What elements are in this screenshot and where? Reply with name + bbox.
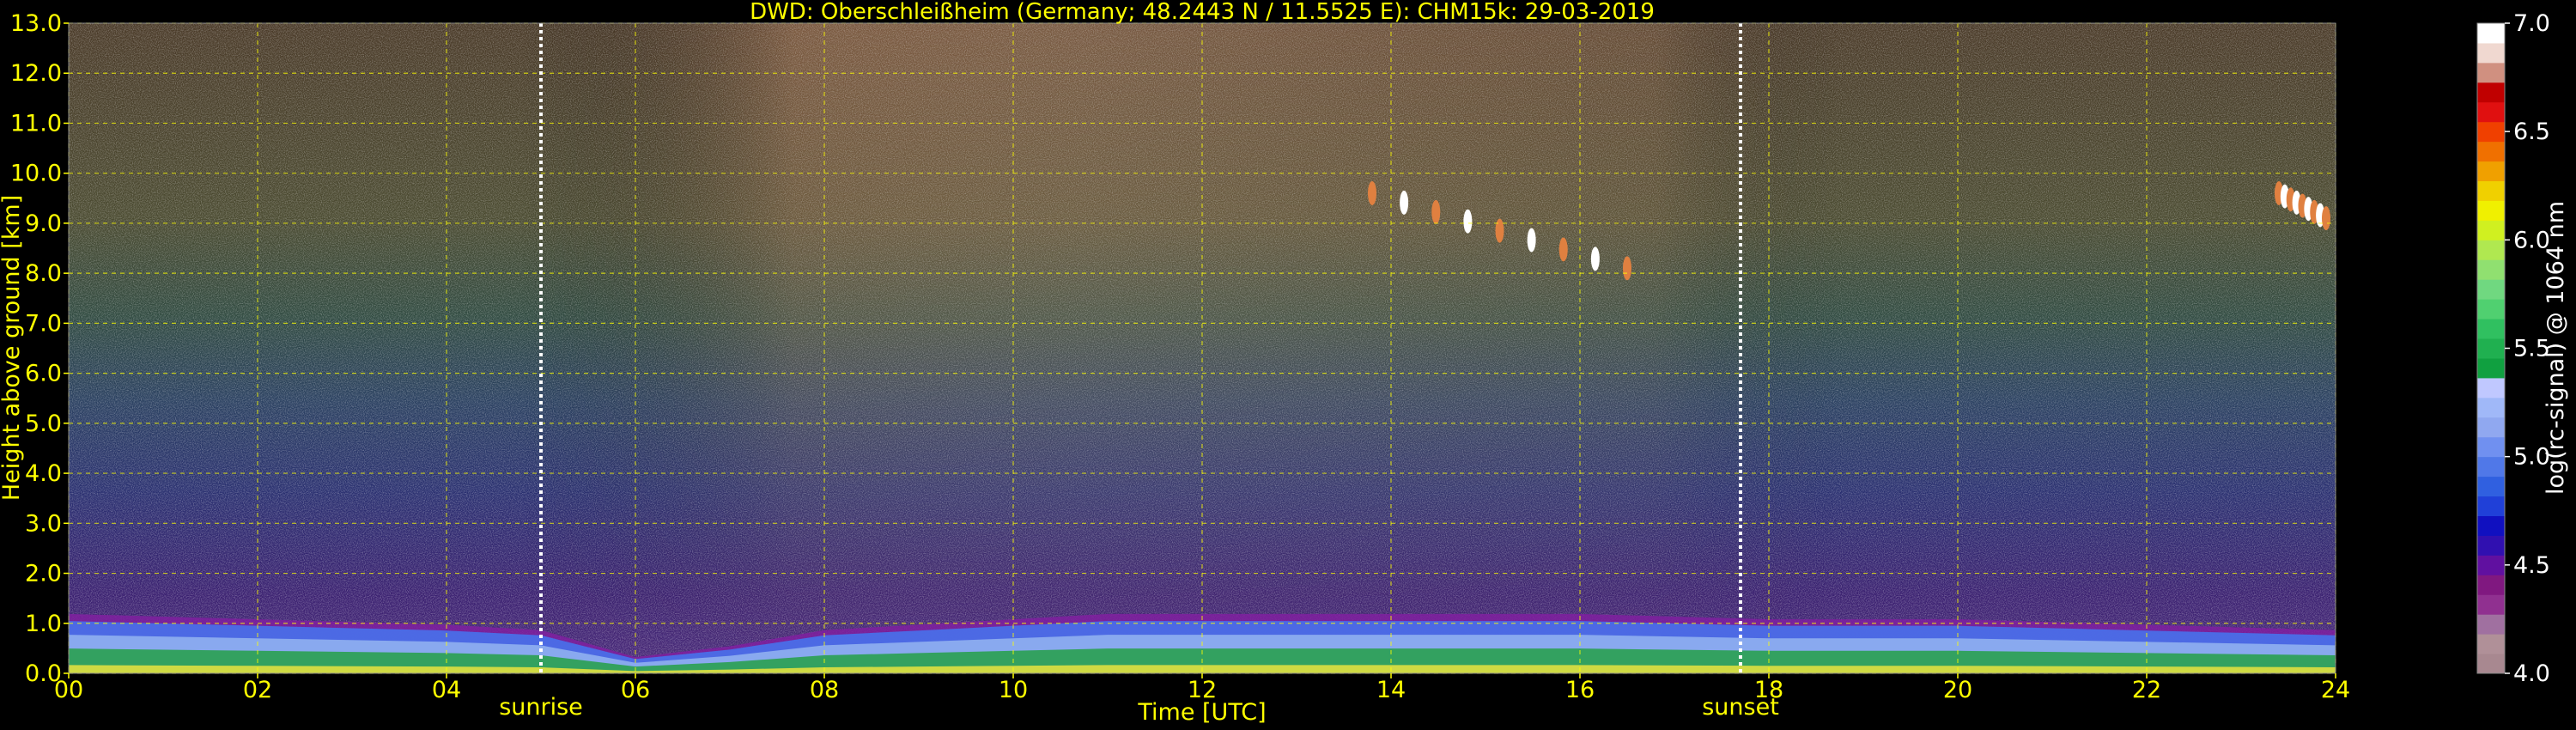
cirrus-streak — [1495, 218, 1504, 243]
y-tick-label: 11.0 — [10, 110, 62, 137]
colorbar-swatch — [2477, 42, 2505, 64]
colorbar-swatch — [2477, 575, 2505, 595]
cirrus-streak — [1527, 228, 1536, 252]
colorbar-swatch — [2477, 279, 2505, 300]
colorbar-label: log(rc-signal) @ 1064 nm — [2543, 201, 2569, 495]
colorbar-tick-label: 4.5 — [2513, 552, 2550, 579]
cirrus-streak — [1623, 256, 1631, 281]
colorbar-swatch — [2477, 397, 2505, 418]
colorbar-swatch — [2477, 161, 2505, 182]
colorbar-swatch — [2477, 456, 2505, 478]
colorbar-swatch — [2477, 614, 2505, 635]
x-axis-label: Time [UTC] — [1137, 699, 1266, 726]
colorbar-swatch — [2477, 357, 2505, 379]
colorbar-swatch — [2477, 476, 2505, 497]
colorbar-swatch — [2477, 82, 2505, 103]
y-axis-label: Height above ground [km] — [0, 195, 25, 501]
y-tick-label: 3.0 — [25, 510, 62, 537]
colorbar-swatch — [2477, 555, 2505, 575]
x-tick-label: 04 — [432, 677, 461, 703]
colorbar-swatch — [2477, 200, 2505, 221]
x-tick-label: 20 — [1943, 677, 1972, 703]
cirrus-streak — [1368, 180, 1376, 205]
x-tick-label: 18 — [1754, 677, 1783, 703]
x-tick-label: 22 — [2132, 677, 2161, 703]
colorbar-swatch — [2477, 299, 2505, 319]
y-tick-label: 4.0 — [25, 460, 62, 487]
chart-title: DWD: Oberschleißheim (Germany; 48.2443 N… — [750, 0, 1655, 25]
x-tick-label: 14 — [1376, 677, 1406, 703]
colorbar-swatch — [2477, 23, 2505, 44]
cirrus-streak — [1590, 246, 1600, 271]
colorbar-swatch — [2477, 496, 2505, 516]
colorbar-tick-label: 4.0 — [2513, 660, 2550, 687]
x-tick-label: 08 — [810, 677, 839, 703]
y-tick-label: 8.0 — [25, 260, 62, 287]
colorbar-swatch — [2477, 417, 2505, 438]
y-tick-label: 7.0 — [25, 310, 62, 337]
cirrus-streak — [1400, 190, 1409, 215]
colorbar-swatch — [2477, 259, 2505, 280]
colorbar-swatch — [2477, 121, 2505, 143]
colorbar-swatch — [2477, 220, 2505, 240]
y-tick-label: 2.0 — [25, 561, 62, 587]
colorbar-swatch — [2477, 515, 2505, 536]
y-tick-label: 13.0 — [10, 10, 62, 37]
cirrus-streak — [1463, 209, 1473, 234]
y-tick-label: 6.0 — [25, 361, 62, 387]
colorbar-swatch — [2477, 377, 2505, 398]
colorbar-swatch — [2477, 338, 2505, 359]
colorbar-swatch — [2477, 141, 2505, 162]
colorbar-swatch — [2477, 436, 2505, 458]
colorbar: 4.04.55.05.56.06.57.0 — [2476, 10, 2550, 687]
y-tick-label: 9.0 — [25, 210, 62, 237]
y-tick-label: 10.0 — [10, 161, 62, 187]
ceilometer-chart: sunrise sunset 0.01.02.03.04.05.06.07.08.… — [0, 0, 2569, 726]
cirrus-streak — [1431, 199, 1441, 224]
x-tick-label: 24 — [2321, 677, 2350, 703]
y-tick-label: 5.0 — [25, 411, 62, 437]
x-tick-label: 16 — [1565, 677, 1595, 703]
colorbar-swatch — [2477, 654, 2505, 674]
cirrus-streak — [1558, 237, 1568, 262]
colorbar-swatch — [2477, 62, 2505, 83]
sunrise-label: sunrise — [499, 694, 583, 721]
colorbar-swatch — [2477, 101, 2505, 123]
x-tick-label: 10 — [999, 677, 1028, 703]
x-tick-label: 02 — [243, 677, 272, 703]
colorbar-swatch — [2477, 180, 2505, 201]
colorbar-swatch — [2477, 240, 2505, 260]
x-tick-label: 00 — [54, 677, 83, 703]
y-tick-label: 12.0 — [10, 60, 62, 87]
colorbar-tick-label: 6.5 — [2513, 119, 2550, 145]
x-tick-label: 06 — [621, 677, 650, 703]
colorbar-swatch — [2477, 634, 2505, 654]
colorbar-tick-label: 7.0 — [2513, 10, 2550, 37]
colorbar-swatch — [2477, 535, 2505, 556]
y-tick-label: 1.0 — [25, 611, 62, 637]
cirrus-streak — [2322, 206, 2330, 231]
colorbar-swatch — [2477, 319, 2505, 339]
colorbar-swatch — [2477, 594, 2505, 615]
